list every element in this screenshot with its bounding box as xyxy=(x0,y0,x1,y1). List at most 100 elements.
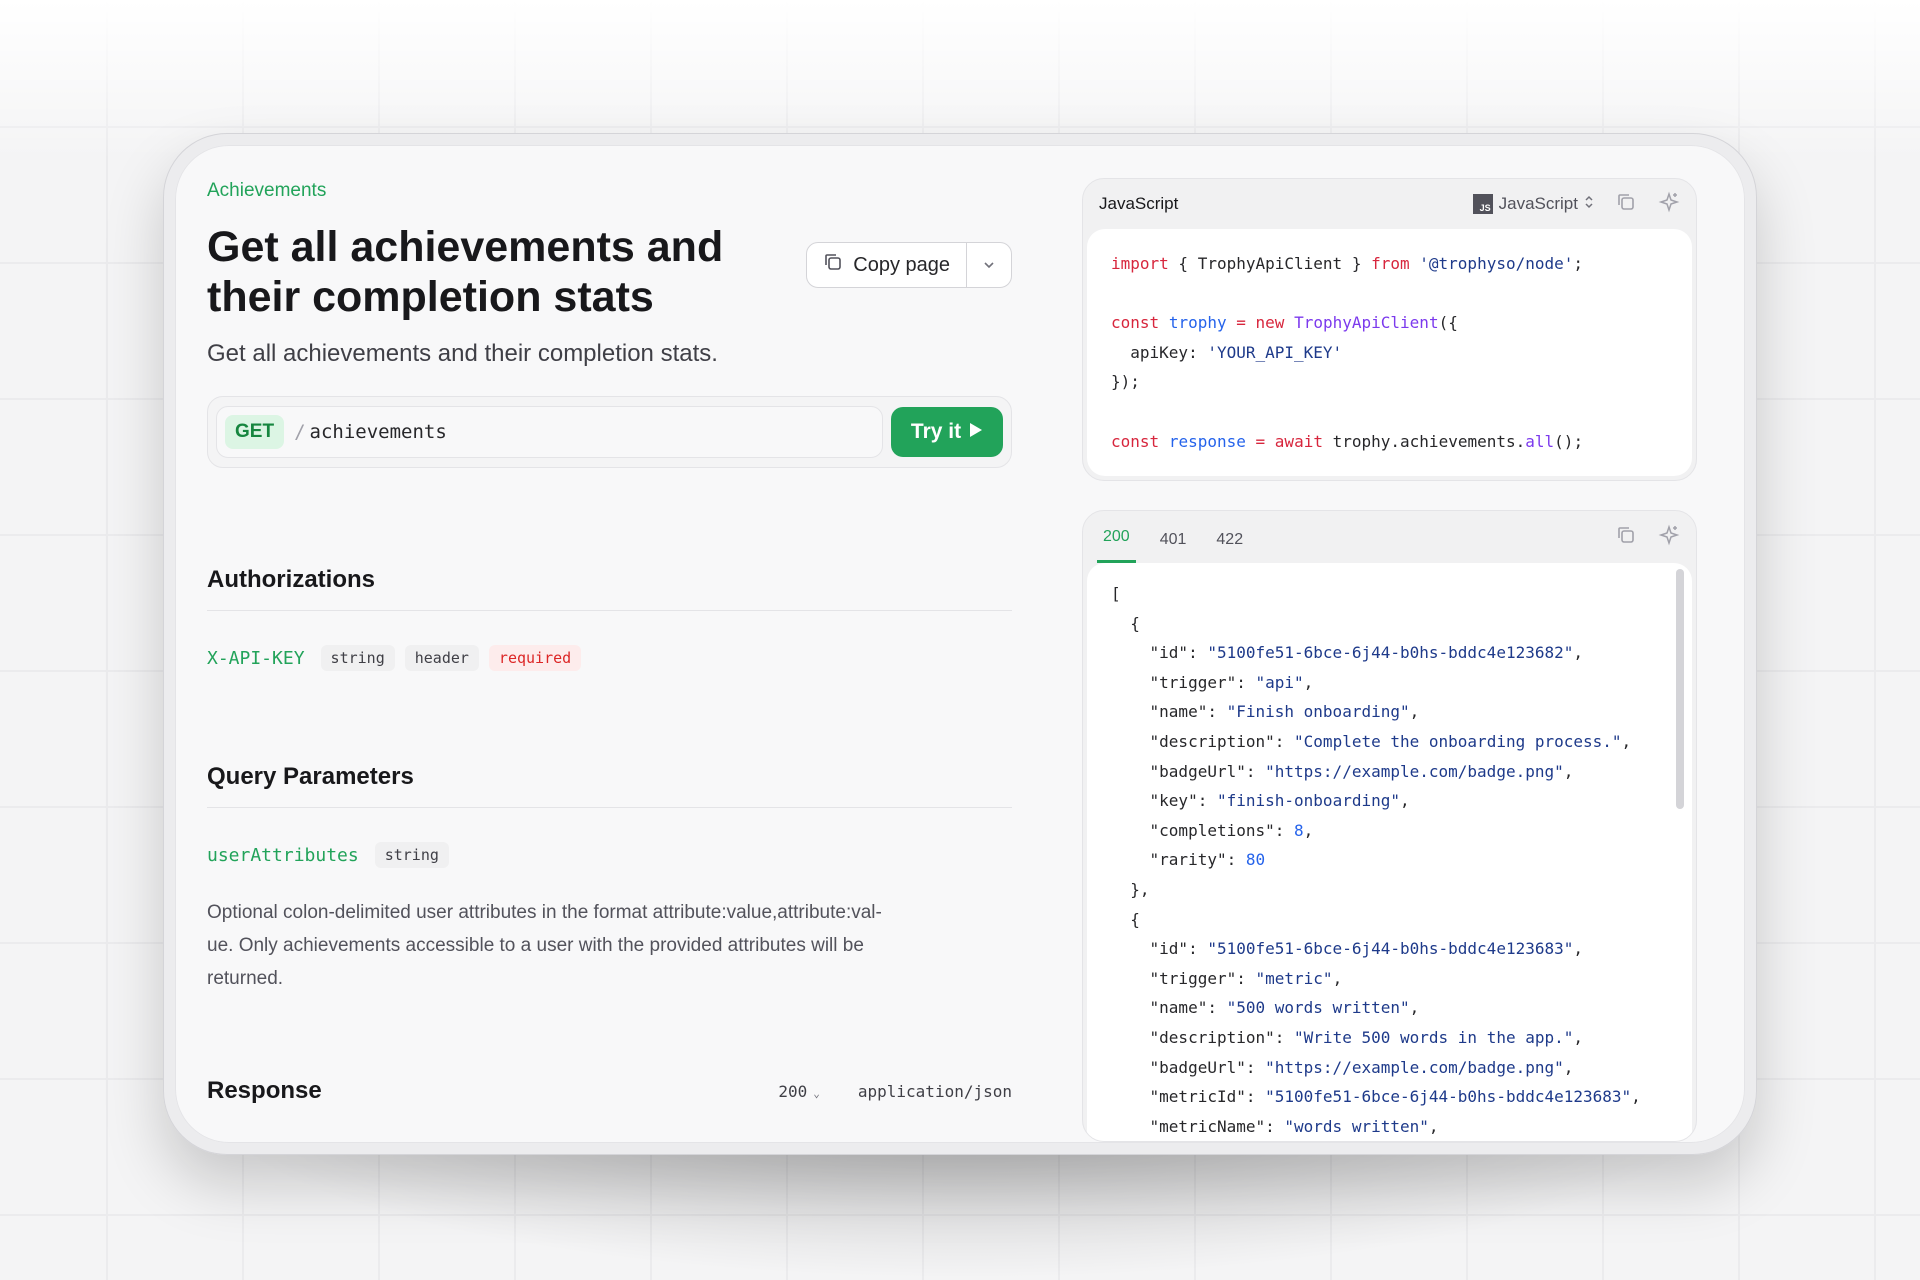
code-token: "metricId": xyxy=(1111,1087,1266,1107)
copy-icon[interactable] xyxy=(1616,525,1636,549)
code-line: [ xyxy=(1111,579,1668,609)
code-token: trophy.achievements. xyxy=(1322,431,1526,451)
auth-param-name[interactable]: X-API-KEY xyxy=(207,648,305,669)
description-line: Optional colon-delimited user attributes… xyxy=(207,902,882,923)
code-token: "5100fe51-6bce-6j44-b0hs-bddc4e123683" xyxy=(1265,1087,1632,1107)
code-token: , xyxy=(1573,939,1584,959)
code-token: 8 xyxy=(1294,820,1304,840)
breadcrumb[interactable]: Achievements xyxy=(207,180,1012,202)
code-line: "metricId": "5100fe51-6bce-6j44-b0hs-bdd… xyxy=(1111,1082,1668,1112)
code-token: "api" xyxy=(1255,672,1304,692)
language-select[interactable]: JS JavaScript xyxy=(1472,194,1594,214)
chevron-down-icon: ⌄ xyxy=(813,1086,820,1100)
code-token: "rarity": xyxy=(1111,850,1246,870)
endpoint-url[interactable]: GET / achievements xyxy=(216,406,883,458)
endpoint-path-text: achievements xyxy=(309,421,447,443)
code-line: "key": "finish-onboarding", xyxy=(1111,786,1668,816)
play-icon xyxy=(969,420,983,444)
code-token: , xyxy=(1621,731,1632,751)
response-status-select[interactable]: 200 ⌄ xyxy=(778,1082,820,1101)
code-token: "https://example.com/badge.png" xyxy=(1265,1057,1564,1077)
copy-page-button[interactable]: Copy page xyxy=(807,243,967,287)
query-parameters-title: Query Parameters xyxy=(207,763,1012,808)
query-param-name[interactable]: userAttributes xyxy=(207,845,359,866)
code-token: from xyxy=(1371,254,1410,273)
code-token: ({ xyxy=(1438,313,1458,333)
code-token: , xyxy=(1409,702,1420,722)
code-token: apiKey: xyxy=(1111,342,1208,362)
code-token: "name": xyxy=(1111,702,1227,722)
code-line: }); xyxy=(1111,367,1668,397)
code-token: const xyxy=(1111,313,1160,333)
description-line: ue. Only achievements accessible to a us… xyxy=(207,935,864,956)
code-line: "description": "Complete the onboarding … xyxy=(1111,727,1668,757)
response-title: Response xyxy=(207,1077,322,1104)
authorizations-title: Authorizations xyxy=(207,566,1012,611)
auth-param-type: string xyxy=(320,645,395,671)
code-token: [ xyxy=(1111,584,1121,603)
code-token: 80 xyxy=(1245,850,1266,870)
response-section: Response 200 ⌄ application/json xyxy=(207,1077,1012,1105)
code-line: import { TrophyApiClient } from '@trophy… xyxy=(1111,249,1668,279)
code-token: "key": xyxy=(1111,791,1217,811)
code-line: "rarity": 80 xyxy=(1111,845,1668,875)
code-token: }, xyxy=(1111,879,1150,899)
path-slash: / xyxy=(294,421,306,443)
method-badge: GET xyxy=(225,415,285,449)
copy-icon xyxy=(823,252,843,278)
code-token: , xyxy=(1409,998,1420,1018)
tab-401[interactable]: 401 xyxy=(1154,531,1193,563)
code-token: trophy xyxy=(1168,313,1227,333)
code-token: "completions": xyxy=(1111,820,1295,840)
code-token: "trigger": xyxy=(1111,968,1256,988)
code-token: , xyxy=(1303,672,1314,692)
copy-page-menu-button[interactable] xyxy=(967,243,1011,287)
description-line: returned. xyxy=(207,968,284,989)
code-line: "name": "500 words written", xyxy=(1111,993,1668,1023)
code-token: "badgeUrl": xyxy=(1111,1057,1266,1077)
code-token: = xyxy=(1236,313,1246,333)
language-select-label: JavaScript xyxy=(1498,194,1578,213)
auth-param-location: header xyxy=(404,645,479,671)
code-token: new xyxy=(1255,313,1285,333)
code-token: import xyxy=(1111,254,1169,273)
code-token: , xyxy=(1573,1027,1584,1047)
code-line: { xyxy=(1111,609,1668,639)
sparkle-icon[interactable] xyxy=(1658,524,1680,550)
code-line: "badgeUrl": "https://example.com/badge.p… xyxy=(1111,1053,1668,1083)
response-example-panel: 200 401 422 [ { "id": "5100fe51-6bce-6j4… xyxy=(1082,510,1697,1142)
code-token: = xyxy=(1255,431,1266,451)
response-status: 200 xyxy=(778,1081,808,1101)
try-it-button[interactable]: Try it xyxy=(891,407,1003,457)
code-token: "Complete the onboarding process." xyxy=(1294,731,1622,751)
code-panel-tools: JS JavaScript xyxy=(1472,191,1680,217)
code-token: "badgeUrl": xyxy=(1111,761,1266,781)
code-token: "words written" xyxy=(1284,1116,1429,1136)
code-line: "id": "5100fe51-6bce-6j44-b0hs-bddc4e123… xyxy=(1111,638,1668,668)
code-token: , xyxy=(1563,1057,1574,1077)
tab-200[interactable]: 200 xyxy=(1097,528,1136,563)
code-token: "Finish onboarding" xyxy=(1226,702,1410,722)
code-token: "name": xyxy=(1111,998,1227,1018)
code-token: "5100fe51-6bce-6j44-b0hs-bddc4e123682" xyxy=(1207,643,1574,663)
copy-icon[interactable] xyxy=(1616,192,1636,216)
sparkle-icon[interactable] xyxy=(1658,191,1680,217)
copy-page-label: Copy page xyxy=(853,253,950,276)
scrollbar[interactable] xyxy=(1676,569,1684,809)
code-line: "id": "5100fe51-6bce-6j44-b0hs-bddc4e123… xyxy=(1111,934,1668,964)
code-token: "metricName": xyxy=(1111,1116,1285,1136)
code-token: "id": xyxy=(1111,939,1208,959)
endpoint-docs: Achievements Get all achievements and th… xyxy=(207,180,1012,1105)
tab-422[interactable]: 422 xyxy=(1210,531,1249,563)
code-token: "trigger": xyxy=(1111,672,1256,692)
code-line: "badgeUrl": "https://example.com/badge.p… xyxy=(1111,757,1668,787)
code-token: "description": xyxy=(1111,1027,1295,1047)
